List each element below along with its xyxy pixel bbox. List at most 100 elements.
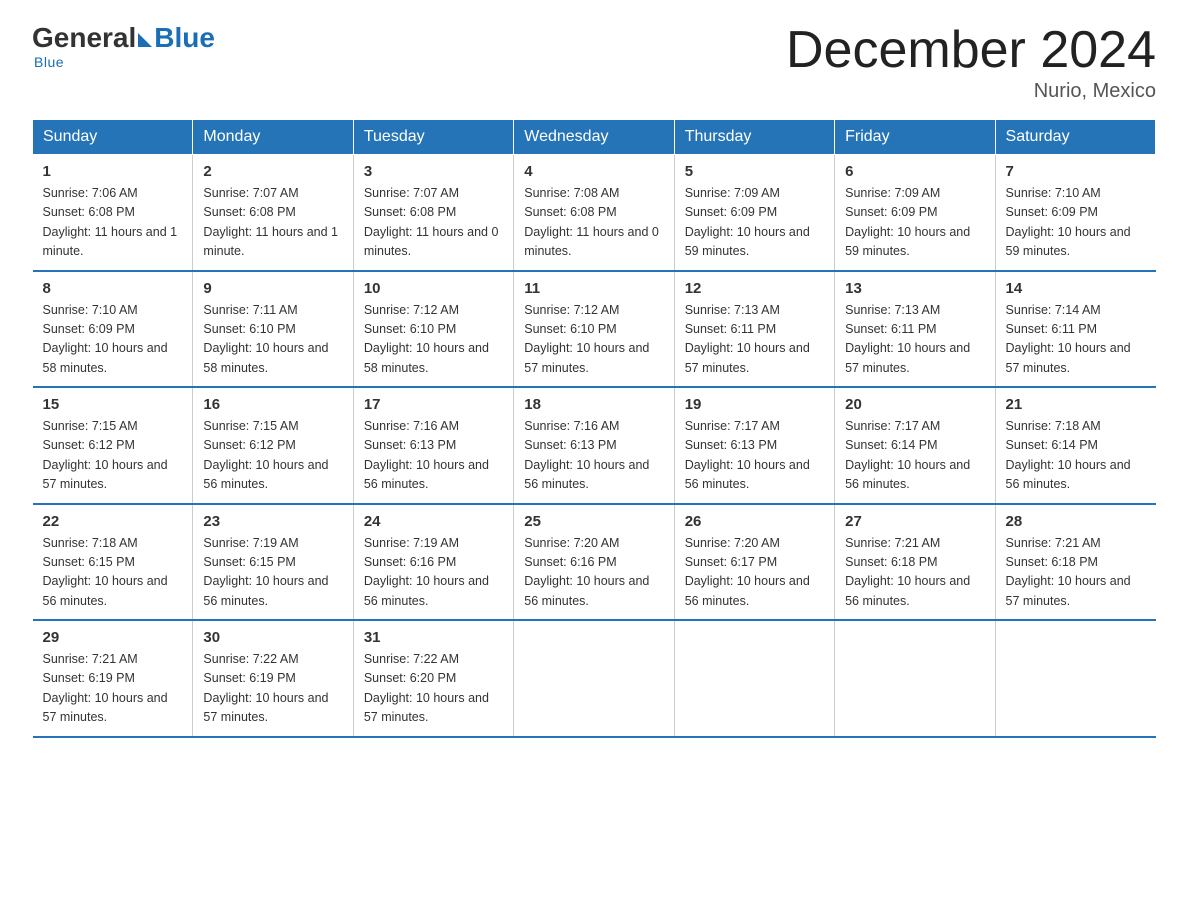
day-info: Sunrise: 7:13 AMSunset: 6:11 PMDaylight:… bbox=[845, 301, 984, 379]
calendar-cell: 7 Sunrise: 7:10 AMSunset: 6:09 PMDaylight… bbox=[995, 155, 1155, 271]
day-number: 30 bbox=[203, 629, 342, 646]
calendar-cell: 6Sunrise: 7:09 AMSunset: 6:09 PMDaylight… bbox=[835, 155, 995, 271]
calendar-week-row: 22 Sunrise: 7:18 AMSunset: 6:15 PMDayligh… bbox=[33, 504, 1156, 621]
calendar-week-row: 15 Sunrise: 7:15 AMSunset: 6:12 PMDayligh… bbox=[33, 387, 1156, 504]
calendar-cell: 25 Sunrise: 7:20 AMSunset: 6:16 PMDayligh… bbox=[514, 504, 674, 621]
day-info: Sunrise: 7:06 AMSunset: 6:08 PMDaylight:… bbox=[43, 184, 183, 262]
calendar-cell bbox=[835, 620, 995, 737]
weekday-header-row: SundayMondayTuesdayWednesdayThursdayFrid… bbox=[33, 120, 1156, 155]
day-number: 5 bbox=[685, 163, 824, 180]
day-info: Sunrise: 7:18 AMSunset: 6:14 PMDaylight:… bbox=[1006, 417, 1146, 495]
day-number: 14 bbox=[1006, 280, 1146, 297]
logo-blue-text: Blue bbox=[154, 24, 215, 52]
calendar-week-row: 1 Sunrise: 7:06 AMSunset: 6:08 PMDaylight… bbox=[33, 155, 1156, 271]
day-number: 9 bbox=[203, 280, 342, 297]
day-number: 29 bbox=[43, 629, 183, 646]
day-number: 8 bbox=[43, 280, 183, 297]
day-info: Sunrise: 7:15 AMSunset: 6:12 PMDaylight:… bbox=[203, 417, 342, 495]
calendar-cell: 18Sunrise: 7:16 AMSunset: 6:13 PMDayligh… bbox=[514, 387, 674, 504]
day-info: Sunrise: 7:18 AMSunset: 6:15 PMDaylight:… bbox=[43, 534, 183, 612]
title-area: December 2024 Nurio, Mexico bbox=[786, 24, 1156, 103]
day-number: 12 bbox=[685, 280, 824, 297]
day-number: 7 bbox=[1006, 163, 1146, 180]
day-number: 2 bbox=[203, 163, 342, 180]
weekday-header-saturday: Saturday bbox=[995, 120, 1155, 155]
day-number: 28 bbox=[1006, 513, 1146, 530]
calendar-cell: 28 Sunrise: 7:21 AMSunset: 6:18 PMDayligh… bbox=[995, 504, 1155, 621]
calendar-cell: 10Sunrise: 7:12 AMSunset: 6:10 PMDayligh… bbox=[353, 271, 513, 388]
weekday-header-friday: Friday bbox=[835, 120, 995, 155]
day-number: 11 bbox=[524, 280, 663, 297]
logo-arrow-icon bbox=[138, 33, 152, 47]
weekday-header-tuesday: Tuesday bbox=[353, 120, 513, 155]
day-info: Sunrise: 7:12 AMSunset: 6:10 PMDaylight:… bbox=[364, 301, 503, 379]
logo-general-text: General bbox=[32, 24, 136, 52]
day-number: 27 bbox=[845, 513, 984, 530]
day-info: Sunrise: 7:10 AMSunset: 6:09 PMDaylight:… bbox=[43, 301, 183, 379]
day-info: Sunrise: 7:22 AMSunset: 6:20 PMDaylight:… bbox=[364, 650, 503, 728]
calendar-cell: 31Sunrise: 7:22 AMSunset: 6:20 PMDayligh… bbox=[353, 620, 513, 737]
day-info: Sunrise: 7:22 AMSunset: 6:19 PMDaylight:… bbox=[203, 650, 342, 728]
day-info: Sunrise: 7:16 AMSunset: 6:13 PMDaylight:… bbox=[364, 417, 503, 495]
day-number: 3 bbox=[364, 163, 503, 180]
weekday-header-wednesday: Wednesday bbox=[514, 120, 674, 155]
calendar-cell: 24 Sunrise: 7:19 AMSunset: 6:16 PMDayligh… bbox=[353, 504, 513, 621]
calendar-cell: 14Sunrise: 7:14 AMSunset: 6:11 PMDayligh… bbox=[995, 271, 1155, 388]
day-info: Sunrise: 7:12 AMSunset: 6:10 PMDaylight:… bbox=[524, 301, 663, 379]
day-number: 15 bbox=[43, 396, 183, 413]
calendar-cell: 12 Sunrise: 7:13 AMSunset: 6:11 PMDayligh… bbox=[674, 271, 834, 388]
calendar-table: SundayMondayTuesdayWednesdayThursdayFrid… bbox=[32, 119, 1156, 738]
calendar-cell: 23Sunrise: 7:19 AMSunset: 6:15 PMDayligh… bbox=[193, 504, 353, 621]
day-info: Sunrise: 7:08 AMSunset: 6:08 PMDaylight:… bbox=[524, 184, 663, 262]
day-number: 23 bbox=[203, 513, 342, 530]
day-number: 22 bbox=[43, 513, 183, 530]
calendar-cell: 17Sunrise: 7:16 AMSunset: 6:13 PMDayligh… bbox=[353, 387, 513, 504]
location: Nurio, Mexico bbox=[786, 80, 1156, 103]
day-info: Sunrise: 7:07 AMSunset: 6:08 PMDaylight:… bbox=[203, 184, 342, 262]
weekday-header-thursday: Thursday bbox=[674, 120, 834, 155]
calendar-cell: 27 Sunrise: 7:21 AMSunset: 6:18 PMDayligh… bbox=[835, 504, 995, 621]
calendar-week-row: 8 Sunrise: 7:10 AMSunset: 6:09 PMDaylight… bbox=[33, 271, 1156, 388]
calendar-cell bbox=[995, 620, 1155, 737]
calendar-cell: 13 Sunrise: 7:13 AMSunset: 6:11 PMDayligh… bbox=[835, 271, 995, 388]
day-info: Sunrise: 7:16 AMSunset: 6:13 PMDaylight:… bbox=[524, 417, 663, 495]
day-info: Sunrise: 7:19 AMSunset: 6:16 PMDaylight:… bbox=[364, 534, 503, 612]
calendar-cell: 8 Sunrise: 7:10 AMSunset: 6:09 PMDaylight… bbox=[33, 271, 193, 388]
calendar-cell: 29 Sunrise: 7:21 AMSunset: 6:19 PMDayligh… bbox=[33, 620, 193, 737]
day-number: 21 bbox=[1006, 396, 1146, 413]
day-number: 13 bbox=[845, 280, 984, 297]
calendar-week-row: 29 Sunrise: 7:21 AMSunset: 6:19 PMDayligh… bbox=[33, 620, 1156, 737]
weekday-header-monday: Monday bbox=[193, 120, 353, 155]
day-number: 4 bbox=[524, 163, 663, 180]
calendar-cell: 2 Sunrise: 7:07 AMSunset: 6:08 PMDaylight… bbox=[193, 155, 353, 271]
day-info: Sunrise: 7:17 AMSunset: 6:14 PMDaylight:… bbox=[845, 417, 984, 495]
calendar-cell: 4 Sunrise: 7:08 AMSunset: 6:08 PMDaylight… bbox=[514, 155, 674, 271]
calendar-cell: 15Sunrise: 7:15 AMSunset: 6:12 PMDayligh… bbox=[33, 387, 193, 504]
day-number: 20 bbox=[845, 396, 984, 413]
day-info: Sunrise: 7:21 AMSunset: 6:19 PMDaylight:… bbox=[43, 650, 183, 728]
day-info: Sunrise: 7:21 AMSunset: 6:18 PMDaylight:… bbox=[1006, 534, 1146, 612]
day-info: Sunrise: 7:13 AMSunset: 6:11 PMDaylight:… bbox=[685, 301, 824, 379]
day-info: Sunrise: 7:07 AMSunset: 6:08 PMDaylight:… bbox=[364, 184, 503, 262]
day-info: Sunrise: 7:20 AMSunset: 6:16 PMDaylight:… bbox=[524, 534, 663, 612]
calendar-cell: 22 Sunrise: 7:18 AMSunset: 6:15 PMDayligh… bbox=[33, 504, 193, 621]
calendar-cell: 21 Sunrise: 7:18 AMSunset: 6:14 PMDayligh… bbox=[995, 387, 1155, 504]
calendar-cell: 19 Sunrise: 7:17 AMSunset: 6:13 PMDayligh… bbox=[674, 387, 834, 504]
calendar-cell bbox=[514, 620, 674, 737]
day-number: 25 bbox=[524, 513, 663, 530]
day-number: 6 bbox=[845, 163, 984, 180]
day-number: 26 bbox=[685, 513, 824, 530]
day-number: 1 bbox=[43, 163, 183, 180]
day-number: 19 bbox=[685, 396, 824, 413]
day-info: Sunrise: 7:21 AMSunset: 6:18 PMDaylight:… bbox=[845, 534, 984, 612]
day-info: Sunrise: 7:10 AMSunset: 6:09 PMDaylight:… bbox=[1006, 184, 1146, 262]
day-number: 16 bbox=[203, 396, 342, 413]
day-info: Sunrise: 7:17 AMSunset: 6:13 PMDaylight:… bbox=[685, 417, 824, 495]
day-number: 24 bbox=[364, 513, 503, 530]
day-info: Sunrise: 7:20 AMSunset: 6:17 PMDaylight:… bbox=[685, 534, 824, 612]
day-info: Sunrise: 7:09 AMSunset: 6:09 PMDaylight:… bbox=[685, 184, 824, 262]
calendar-cell: 9Sunrise: 7:11 AMSunset: 6:10 PMDaylight… bbox=[193, 271, 353, 388]
calendar-cell: 20 Sunrise: 7:17 AMSunset: 6:14 PMDayligh… bbox=[835, 387, 995, 504]
calendar-cell: 11 Sunrise: 7:12 AMSunset: 6:10 PMDayligh… bbox=[514, 271, 674, 388]
month-title: December 2024 bbox=[786, 24, 1156, 76]
